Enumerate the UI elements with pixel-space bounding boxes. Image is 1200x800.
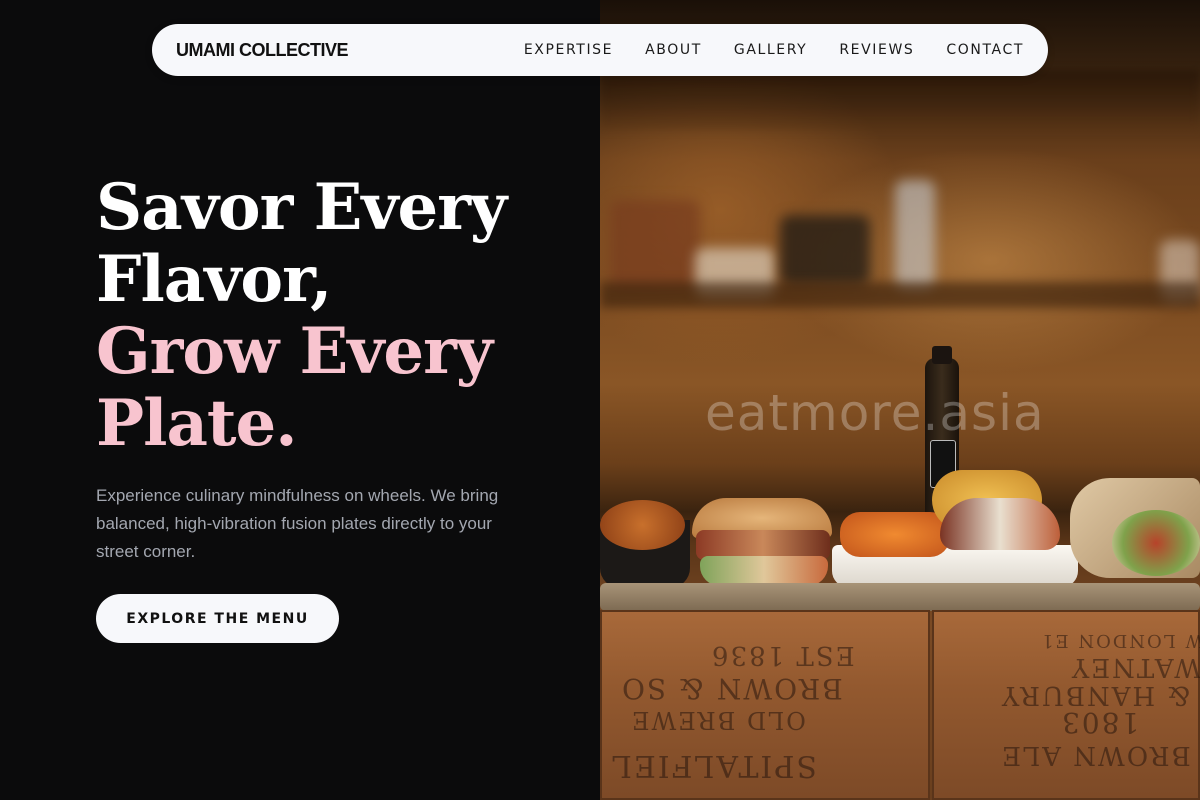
wooden-tray xyxy=(600,583,1200,611)
crate-text-right: BROWN ALE xyxy=(1000,740,1191,770)
hero-title-line-3: Grow Every xyxy=(96,314,493,389)
crate-text-right: 1803 xyxy=(1060,706,1140,739)
bowl-food xyxy=(600,500,685,550)
blurred-jar xyxy=(610,200,700,290)
crate-text-left: EST 1836 xyxy=(710,640,855,670)
nav-link-reviews[interactable]: REVIEWS xyxy=(839,42,914,58)
nav-links: EXPERTISE ABOUT GALLERY REVIEWS CONTACT xyxy=(492,42,1024,58)
crate-text-left: OLD BREWE xyxy=(630,706,806,734)
nav-link-about[interactable]: ABOUT xyxy=(645,42,702,58)
nav-link-expertise[interactable]: EXPERTISE xyxy=(524,42,613,58)
page: EST 1836 BROWN & SO OLD BREWE SPITALFIEL… xyxy=(0,0,1200,800)
crate-text-right: WATNEY xyxy=(1070,652,1200,682)
crate-text-right: NEW LONDON E1 xyxy=(1040,630,1200,651)
brand-logo[interactable]: UMAMI COLLECTIVE xyxy=(176,40,349,61)
burger-bun-bottom xyxy=(700,556,828,586)
crate-text-left: SPITALFIEL xyxy=(610,748,818,783)
image-watermark: eatmore.asia xyxy=(705,384,1045,442)
top-navbar: UMAMI COLLECTIVE EXPERTISE ABOUT GALLERY… xyxy=(152,24,1048,76)
hero-title-line-4: Plate. xyxy=(96,386,297,461)
nav-link-contact[interactable]: CONTACT xyxy=(946,42,1024,58)
hero-title-line-2: Flavor, xyxy=(96,242,332,317)
hero-title: Savor Every Flavor, Grow Every Plate. xyxy=(96,170,507,461)
taco xyxy=(940,498,1060,550)
shelf-top xyxy=(600,70,1200,130)
blurred-pot xyxy=(780,215,870,285)
shelf-board xyxy=(600,282,1200,308)
blurred-bottle xyxy=(895,180,935,290)
wrap-filling xyxy=(1112,510,1200,576)
crate-text-left: BROWN & SO xyxy=(620,672,843,705)
nav-link-gallery[interactable]: GALLERY xyxy=(734,42,807,58)
hero-description: Experience culinary mindfulness on wheel… xyxy=(96,486,499,561)
fries xyxy=(840,512,950,557)
hero-title-line-1: Savor Every xyxy=(96,170,507,245)
explore-menu-button[interactable]: EXPLORE THE MENU xyxy=(96,594,339,643)
